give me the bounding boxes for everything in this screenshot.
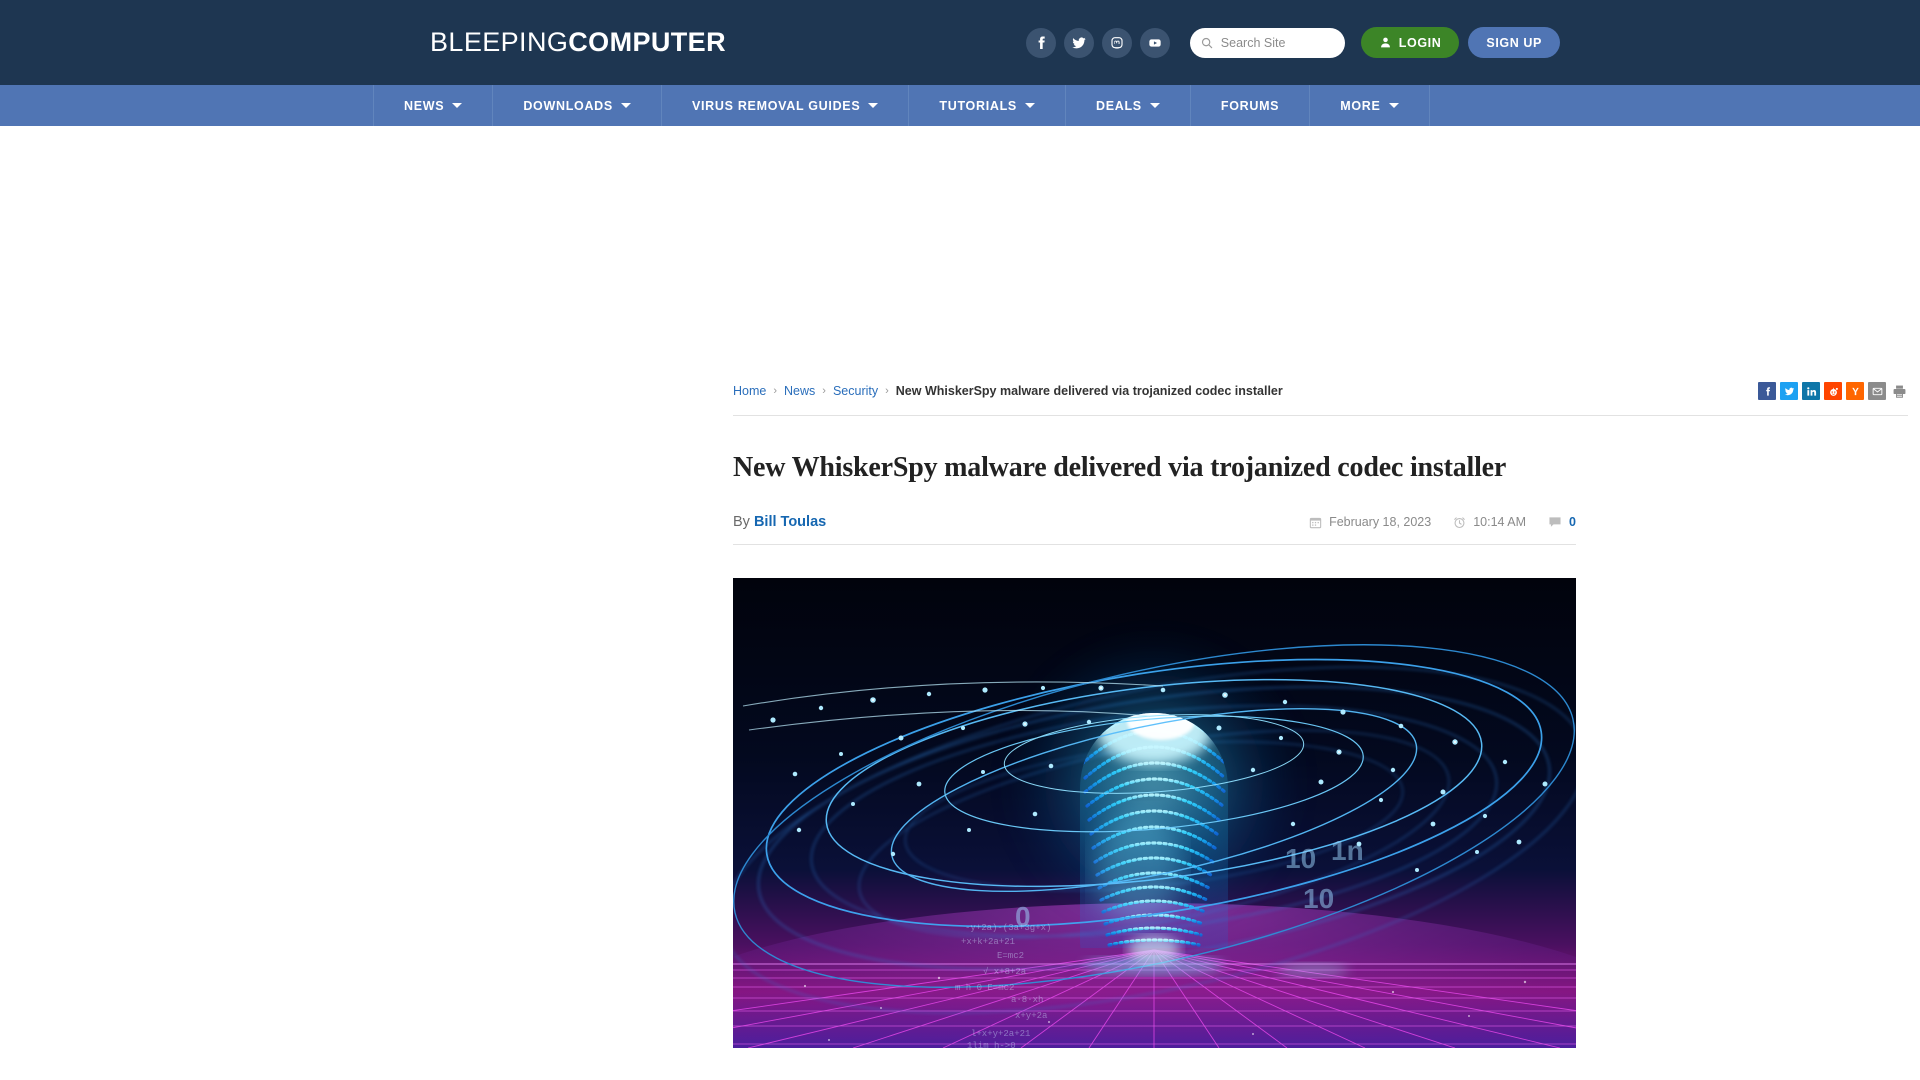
svg-text:10: 10 [1303,883,1334,914]
nav-item-more[interactable]: MORE [1309,85,1428,126]
hero-illustration: -y+2a)-(3a+3g+x) +x+k+2a+21 E=mc2 √ x+8+… [733,578,1576,1048]
advertisement-slot [0,126,1920,371]
nav-item-label: MORE [1340,98,1381,113]
logo-text-bold: COMPUTER [568,27,726,57]
author-link[interactable]: Bill Toulas [754,514,826,530]
nav-item-label: TUTORIALS [939,98,1017,113]
chevron-down-icon [1388,103,1399,108]
share-email-icon[interactable] [1868,382,1886,400]
page-title: New WhiskerSpy malware delivered via tro… [733,452,1507,483]
svg-text:a·8·xh: a·8·xh [1011,995,1043,1005]
signup-button[interactable]: SIGN UP [1468,27,1560,58]
svg-text:-y+2a)-(3a+3g+x): -y+2a)-(3a+3g+x) [965,923,1051,933]
twitter-icon[interactable] [1063,27,1094,58]
nav-item-label: VIRUS REMOVAL GUIDES [691,98,861,113]
share-print-icon[interactable] [1890,382,1908,400]
social-links [1025,27,1170,58]
svg-text:x+y+2a: x+y+2a [1015,1011,1048,1021]
clock-icon [1454,516,1466,528]
share-hackernews-icon[interactable] [1846,382,1864,400]
breadcrumb-separator: › [822,385,826,397]
svg-text:0: 0 [1015,901,1031,932]
chevron-down-icon [1024,103,1035,108]
comment-count-value: 0 [1569,515,1576,529]
comment-icon [1549,517,1561,527]
nav-right-spacer [1428,85,1920,126]
svg-text:1lim h->0: 1lim h->0 [967,1041,1016,1048]
login-button-label: LOGIN [1398,35,1442,50]
share-reddit-icon[interactable] [1824,382,1842,400]
nav-item-forums[interactable]: FORUMS [1189,85,1309,126]
nav-item-downloads[interactable]: DOWNLOADS [492,85,661,126]
article-meta-row: By Bill Toulas February 18, 2023 10:14 A… [733,514,1576,545]
nav-item-label: FORUMS [1220,98,1280,113]
svg-text:E=mc2: E=mc2 [997,951,1024,961]
publish-date-label: February 18, 2023 [1329,515,1432,529]
logo-text-light: BLEEPING [430,27,569,57]
share-twitter-icon[interactable] [1780,382,1798,400]
breadcrumb-item-security[interactable]: Security [833,384,878,398]
svg-text:m h 0 E=mc2: m h 0 E=mc2 [955,983,1014,993]
svg-text:√ x+8+2a: √ x+8+2a [983,966,1027,977]
breadcrumb-separator: › [773,385,778,397]
article-meta: February 18, 2023 10:14 AM 0 [1309,515,1576,529]
breadcrumb-item-news[interactable]: News [784,384,815,398]
search-icon [1201,37,1213,48]
nav-item-label: DOWNLOADS [523,98,613,113]
chevron-down-icon [1149,103,1160,108]
nav-item-label: DEALS [1095,98,1142,113]
header-actions: LOGIN SIGN UP [1025,27,1560,58]
nav-item-tutorials[interactable]: TUTORIALS [908,85,1065,126]
breadcrumb-divider [733,415,1908,416]
breadcrumb: Home › News › Security › New WhiskerSpy … [733,384,1283,398]
comment-count[interactable]: 0 [1548,515,1576,529]
svg-text:l+x+y+2a+21: l+x+y+2a+21 [971,1029,1030,1039]
nav-item-deals[interactable]: DEALS [1064,85,1190,126]
nav-item-news[interactable]: NEWS [373,85,492,126]
nav-item-label: NEWS [404,98,445,113]
main-navigation: NEWS DOWNLOADS VIRUS REMOVAL GUIDES TUTO… [0,85,1920,126]
share-facebook-icon[interactable] [1758,382,1776,400]
byline-prefix: By [733,514,750,530]
youtube-icon[interactable] [1139,27,1170,58]
user-icon [1380,37,1390,48]
chevron-down-icon [452,103,463,108]
site-header: BLEEPINGCOMPUTER Search Site LOGIN SIGN … [0,0,1920,85]
facebook-icon[interactable] [1025,27,1056,58]
share-linkedin-icon[interactable] [1802,382,1820,400]
svg-text:1n: 1n [1331,835,1364,866]
svg-text:+x+k+2a+21: +x+k+2a+21 [961,937,1015,947]
mastodon-icon[interactable] [1101,27,1132,58]
calendar-icon [1309,517,1322,528]
site-logo[interactable]: BLEEPINGCOMPUTER [430,27,726,58]
nav-left-spacer [0,85,373,126]
byline: By Bill Toulas [733,514,826,530]
svg-text:10: 10 [1285,843,1316,874]
signup-button-label: SIGN UP [1486,35,1542,50]
publish-time: 10:14 AM [1453,515,1526,529]
chevron-down-icon [868,103,879,108]
page-content: Home › News › Security › New WhiskerSpy … [360,371,1908,1048]
publish-date: February 18, 2023 [1309,515,1431,529]
share-buttons [1758,382,1908,400]
breadcrumb-item-current: New WhiskerSpy malware delivered via tro… [895,384,1283,398]
article-hero-image: -y+2a)-(3a+3g+x) +x+k+2a+21 E=mc2 √ x+8+… [733,578,1576,1048]
chevron-down-icon [620,103,631,108]
login-button[interactable]: LOGIN [1360,27,1460,58]
search-box[interactable] [1189,27,1345,58]
search-input[interactable] [1220,35,1331,50]
nav-item-virus-removal-guides[interactable]: VIRUS REMOVAL GUIDES [660,85,908,126]
breadcrumb-row: Home › News › Security › New WhiskerSpy … [733,371,1908,405]
breadcrumb-item-home[interactable]: Home [733,384,766,398]
breadcrumb-separator: › [885,385,889,397]
publish-time-label: 10:14 AM [1473,515,1527,529]
